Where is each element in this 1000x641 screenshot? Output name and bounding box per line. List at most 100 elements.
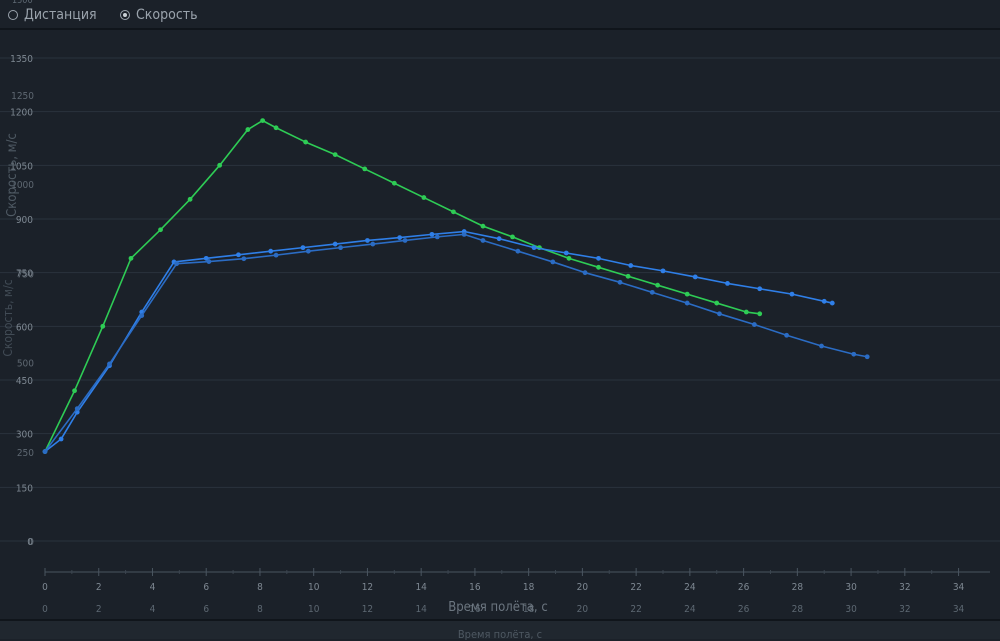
x-tick-label: 14 [415,582,427,593]
series-point-1 [531,245,537,251]
series-point-1 [596,255,601,261]
y-tick-label-ghost: 0 [28,537,34,548]
series-point-2 [174,261,180,267]
series-point-2 [338,245,343,251]
series-point-2 [42,449,48,454]
speed-chart: 1350120010509007506004503001500125010007… [0,54,1000,615]
series-point-0 [655,282,661,288]
y-tick-label: 150 [16,483,33,494]
distance-radio[interactable]: Дистанция [8,6,97,24]
series-point-0 [260,118,266,124]
x-tick-label: 34 [953,582,965,593]
series-point-1 [692,274,698,280]
series-point-0 [362,166,368,172]
series-point-2 [784,332,789,338]
series-point-1 [236,252,241,258]
series-point-0 [421,195,427,200]
series-point-0 [273,125,279,131]
series-point-0 [480,223,486,229]
radio-unchecked-icon[interactable] [8,10,18,20]
y-tick-label: 450 [16,376,33,387]
x-tick-label-ghost: 34 [953,604,965,615]
series-point-0 [510,234,515,240]
x-tick-label-ghost: 20 [577,604,589,615]
series-point-0 [625,273,631,279]
series-point-2 [864,354,870,360]
footer-bar: Время полёта, с [0,619,1000,641]
y-tick-label: 600 [16,322,33,333]
series-point-0 [596,264,601,270]
x-tick-label: 28 [792,582,804,593]
y-tick-label: 1350 [10,54,33,65]
series-point-0 [743,309,749,315]
x-tick-label-ghost: 14 [415,604,427,615]
series-point-1 [628,263,634,268]
x-tick-label: 16 [469,582,481,593]
x-tick-label-ghost: 26 [738,604,750,615]
x-tick-label: 12 [362,582,373,593]
x-tick-label-ghost: 6 [203,604,209,615]
series-point-1 [496,236,502,242]
x-tick-label-ghost: 28 [792,604,804,615]
radio-checked-icon[interactable] [120,10,130,20]
y-tick-label-ghost: 750 [17,269,34,280]
x-tick-label: 22 [630,582,641,593]
series-point-2 [550,259,556,265]
chart-mode-bar: 1500 Дистанция Скорость [0,0,1000,30]
series-point-0 [245,127,251,132]
series-point-2 [107,361,112,367]
series-point-2 [305,248,311,254]
series-point-2 [273,252,279,258]
series-point-2 [434,234,440,240]
series-point-0 [332,152,338,157]
series-point-1 [332,241,338,247]
series-point-0 [391,180,397,186]
x-axis-label: Время полёта, с [448,600,548,615]
y-tick-label-ghost: 1250 [11,91,34,102]
y-tick-label: 1200 [10,108,33,119]
x-tick-label: 32 [899,582,910,593]
series-point-0 [757,311,763,317]
series-point-1 [789,291,795,297]
series-line-2 [44,233,868,453]
series-point-1 [397,235,403,241]
x-tick-label: 8 [257,582,263,593]
series-point-2 [851,351,857,357]
footer-ghost-label: Время полёта, с [457,628,543,641]
series-point-1 [268,248,274,254]
x-tick-label-ghost: 8 [257,604,263,615]
series-point-2 [480,238,486,243]
speed-radio-label: Скорость [136,7,198,23]
series-point-0 [684,291,690,297]
series-line-1 [44,230,833,453]
x-tick-label-ghost: 22 [630,604,641,615]
series-point-2 [74,406,80,412]
y-axis-label: Скорость, м/с [5,133,20,217]
series-point-2 [370,241,376,247]
series-point-2 [461,231,467,237]
y-tick-label: 300 [16,430,33,441]
series-point-0 [158,227,163,233]
series-point-1 [429,231,435,237]
x-tick-label-ghost: 30 [845,604,857,615]
series-point-0 [100,323,106,329]
series-point-2 [617,279,623,285]
y-tick-label-ghost: 500 [17,359,34,370]
series-point-0 [714,300,720,306]
x-tick-label: 18 [523,582,535,593]
x-tick-label: 6 [203,582,209,593]
series-line-0 [44,119,760,452]
series-point-0 [187,196,193,202]
x-tick-label-ghost: 10 [308,604,320,615]
series-point-1 [563,250,569,256]
distance-radio-label: Дистанция [24,7,97,23]
series-point-2 [241,256,247,262]
series-point-2 [582,270,588,276]
series-point-2 [515,248,521,254]
series-point-2 [649,289,655,295]
series-point-2 [717,311,722,317]
series-point-1 [365,238,370,243]
speed-radio[interactable]: Скорость [120,6,198,24]
x-tick-label: 2 [96,582,102,593]
x-tick-label: 20 [577,582,589,593]
